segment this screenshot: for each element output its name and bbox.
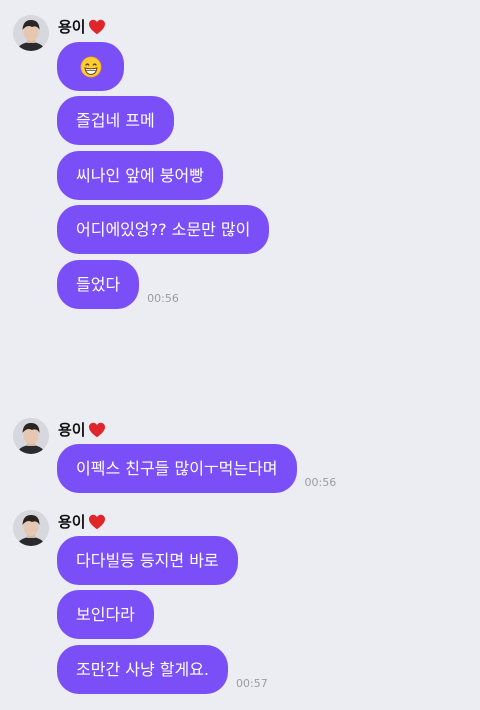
message-bubble[interactable] <box>57 42 124 91</box>
message-row <box>57 42 124 91</box>
message-bubble[interactable]: 들었다 <box>57 260 140 309</box>
avatar[interactable] <box>13 418 49 454</box>
avatar-image <box>13 15 49 51</box>
message-timestamp: 00:56 <box>147 292 179 305</box>
message-bubble[interactable]: 조만간 사냥 할게요. <box>57 645 229 694</box>
message-row: 즐겁네 프메 <box>57 96 174 145</box>
message-row: 이펙스 친구들 많이ㅜ먹는다며 00:56 <box>57 444 336 493</box>
avatar[interactable] <box>13 15 49 51</box>
heart-icon <box>88 19 106 35</box>
sender-label: 용이 <box>58 420 106 440</box>
sender-label: 용이 <box>58 512 106 532</box>
message-row: 씨나인 앞에 붕어빵 <box>57 151 223 200</box>
sender-name: 용이 <box>58 421 86 439</box>
message-bubble[interactable]: 즐겁네 프메 <box>57 96 174 145</box>
message-timestamp: 00:56 <box>304 476 337 489</box>
message-bubble[interactable]: 어디에있엉?? 소문만 많이 <box>57 205 270 254</box>
avatar-image <box>13 510 49 546</box>
message-row: 조만간 사냥 할게요. 00:57 <box>57 645 268 694</box>
sender-name: 용이 <box>58 18 86 36</box>
message-bubble[interactable]: 이펙스 친구들 많이ㅜ먹는다며 <box>57 444 297 493</box>
message-row: 보인다라 <box>57 590 154 639</box>
avatar[interactable] <box>13 510 49 546</box>
message-row: 들었다 00:56 <box>57 260 179 309</box>
sender-label: 용이 <box>58 17 106 37</box>
message-timestamp: 00:57 <box>236 677 268 690</box>
message-row: 다다빌등 등지면 바로 <box>57 536 238 585</box>
message-bubble[interactable]: 씨나인 앞에 붕어빵 <box>57 151 223 200</box>
grinning-face-icon <box>80 56 101 77</box>
heart-icon <box>88 514 106 530</box>
heart-icon <box>88 422 106 438</box>
message-bubble[interactable]: 보인다라 <box>57 590 154 639</box>
message-row: 어디에있엉?? 소문만 많이 <box>57 205 270 254</box>
avatar-image <box>13 418 49 454</box>
sender-name: 용이 <box>58 513 86 531</box>
message-bubble[interactable]: 다다빌등 등지면 바로 <box>57 536 238 585</box>
